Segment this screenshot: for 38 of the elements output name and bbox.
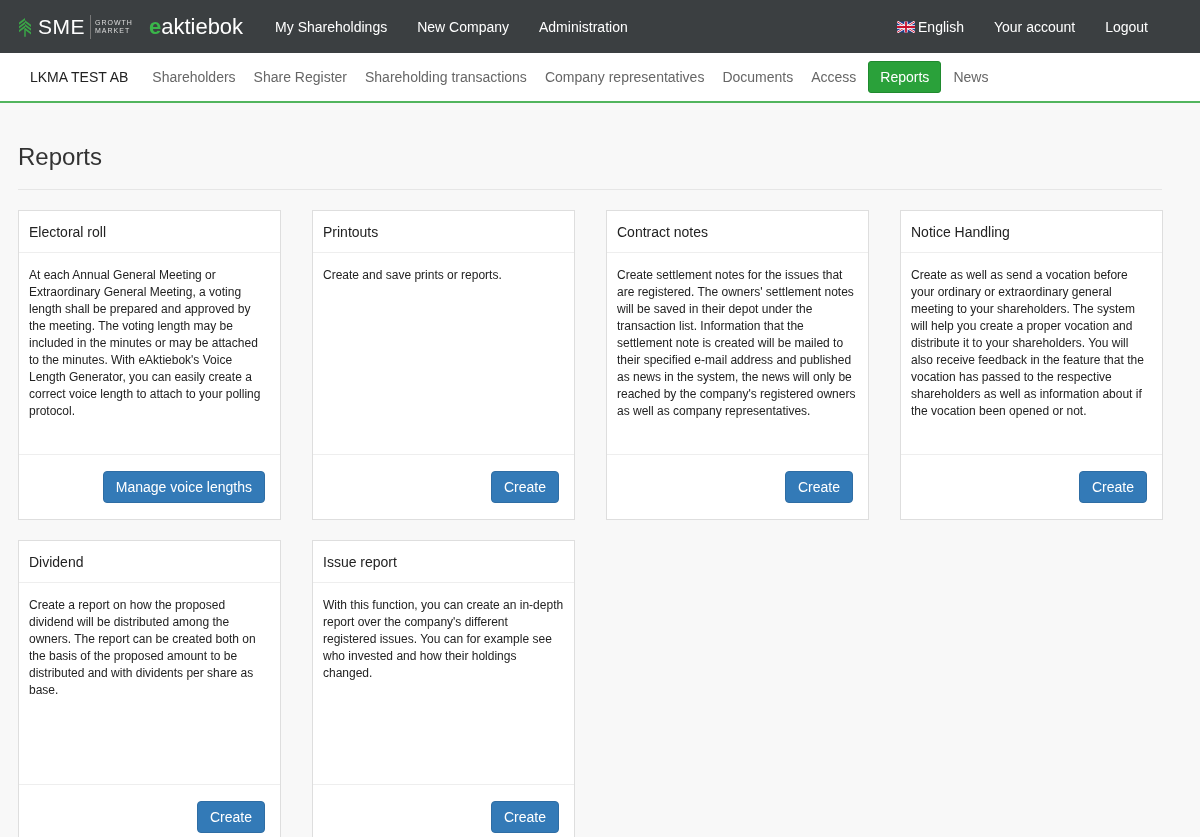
sme-logo-text: SME: [38, 14, 91, 39]
nav-link[interactable]: Administration: [539, 18, 628, 35]
tab[interactable]: Company representatives: [538, 61, 711, 93]
tab[interactable]: Shareholding transactions: [359, 61, 533, 93]
card-title: Printouts: [323, 223, 379, 240]
card-title: Dividend: [29, 553, 84, 570]
nav-link[interactable]: Your account: [993, 18, 1076, 35]
nav-link[interactable]: Logout: [1105, 18, 1148, 35]
tab[interactable]: Shareholders: [146, 61, 242, 93]
tab[interactable]: Reports: [868, 61, 942, 93]
eaktiebok-logo[interactable]: eaktiebok: [148, 13, 244, 40]
language-link[interactable]: English: [897, 18, 964, 35]
nav-link[interactable]: New Company: [417, 18, 509, 35]
card-description: Create as well as send a vocation before your ordinary or extraordinary general meeting to your shareholders. The system will help you create a proper vocation and distribute it to your shareholders. You will also receive feedback in the feature that the vocation has passed to the respective shareholders as well as information about if the vocation been opened or not.: [911, 267, 1145, 420]
card-action-button[interactable]: Create: [196, 801, 265, 833]
company-name: LKMA TEST AB: [30, 69, 129, 85]
tab[interactable]: Share Register: [247, 61, 353, 93]
card-description: Create settlement notes for the issues that are registered. The owners' settlement notes will be saved in their depot under the transaction list. Information that the settlement note is created will be mailed to their specified e-mail address and published as news in the system, the news will only be reached by the company's registered owners as well as company representatives.: [617, 267, 857, 420]
card-title: Electoral roll: [29, 223, 107, 240]
flag-icon: [897, 20, 916, 33]
card-description: At each Annual General Meeting or Extraordinary General Meeting, a voting length shall be prepared and approved by the meeting. The voting length may be included in the minutes or may be attached to the minutes. With eAktiebok's Voice Length Generator, you can easily create a correct voice length to attach to your polling protocol.: [29, 267, 262, 420]
card-action-button[interactable]: Manage voice lengths: [102, 471, 265, 503]
card-action-button[interactable]: Create: [784, 471, 853, 503]
card-title: Notice Handling: [911, 223, 1010, 240]
tab[interactable]: News: [947, 61, 995, 93]
card-action-button[interactable]: Create: [1078, 471, 1147, 503]
card-title: Issue report: [323, 553, 397, 570]
card-title: Contract notes: [617, 223, 709, 240]
card-action-button[interactable]: Create: [490, 801, 559, 833]
nav-link[interactable]: My Shareholdings: [275, 18, 388, 35]
leaf-logo-icon: [16, 15, 34, 38]
card-description: Create a report on how the proposed dividend will be distributed among the owners. The report can be created both on the basis of the proposed amount to be distributed and with dividents per share as base.: [29, 597, 257, 699]
tab[interactable]: Access: [805, 61, 863, 93]
tab[interactable]: Documents: [716, 61, 800, 93]
card-description: With this function, you can create an in-depth report over the company's different registered issues. You can for example see who invested and how their holdings changed.: [323, 597, 564, 682]
page-title: Reports: [18, 142, 104, 172]
card-description: Create and save prints or reports.: [323, 267, 503, 284]
card-action-button[interactable]: Create: [490, 471, 559, 503]
